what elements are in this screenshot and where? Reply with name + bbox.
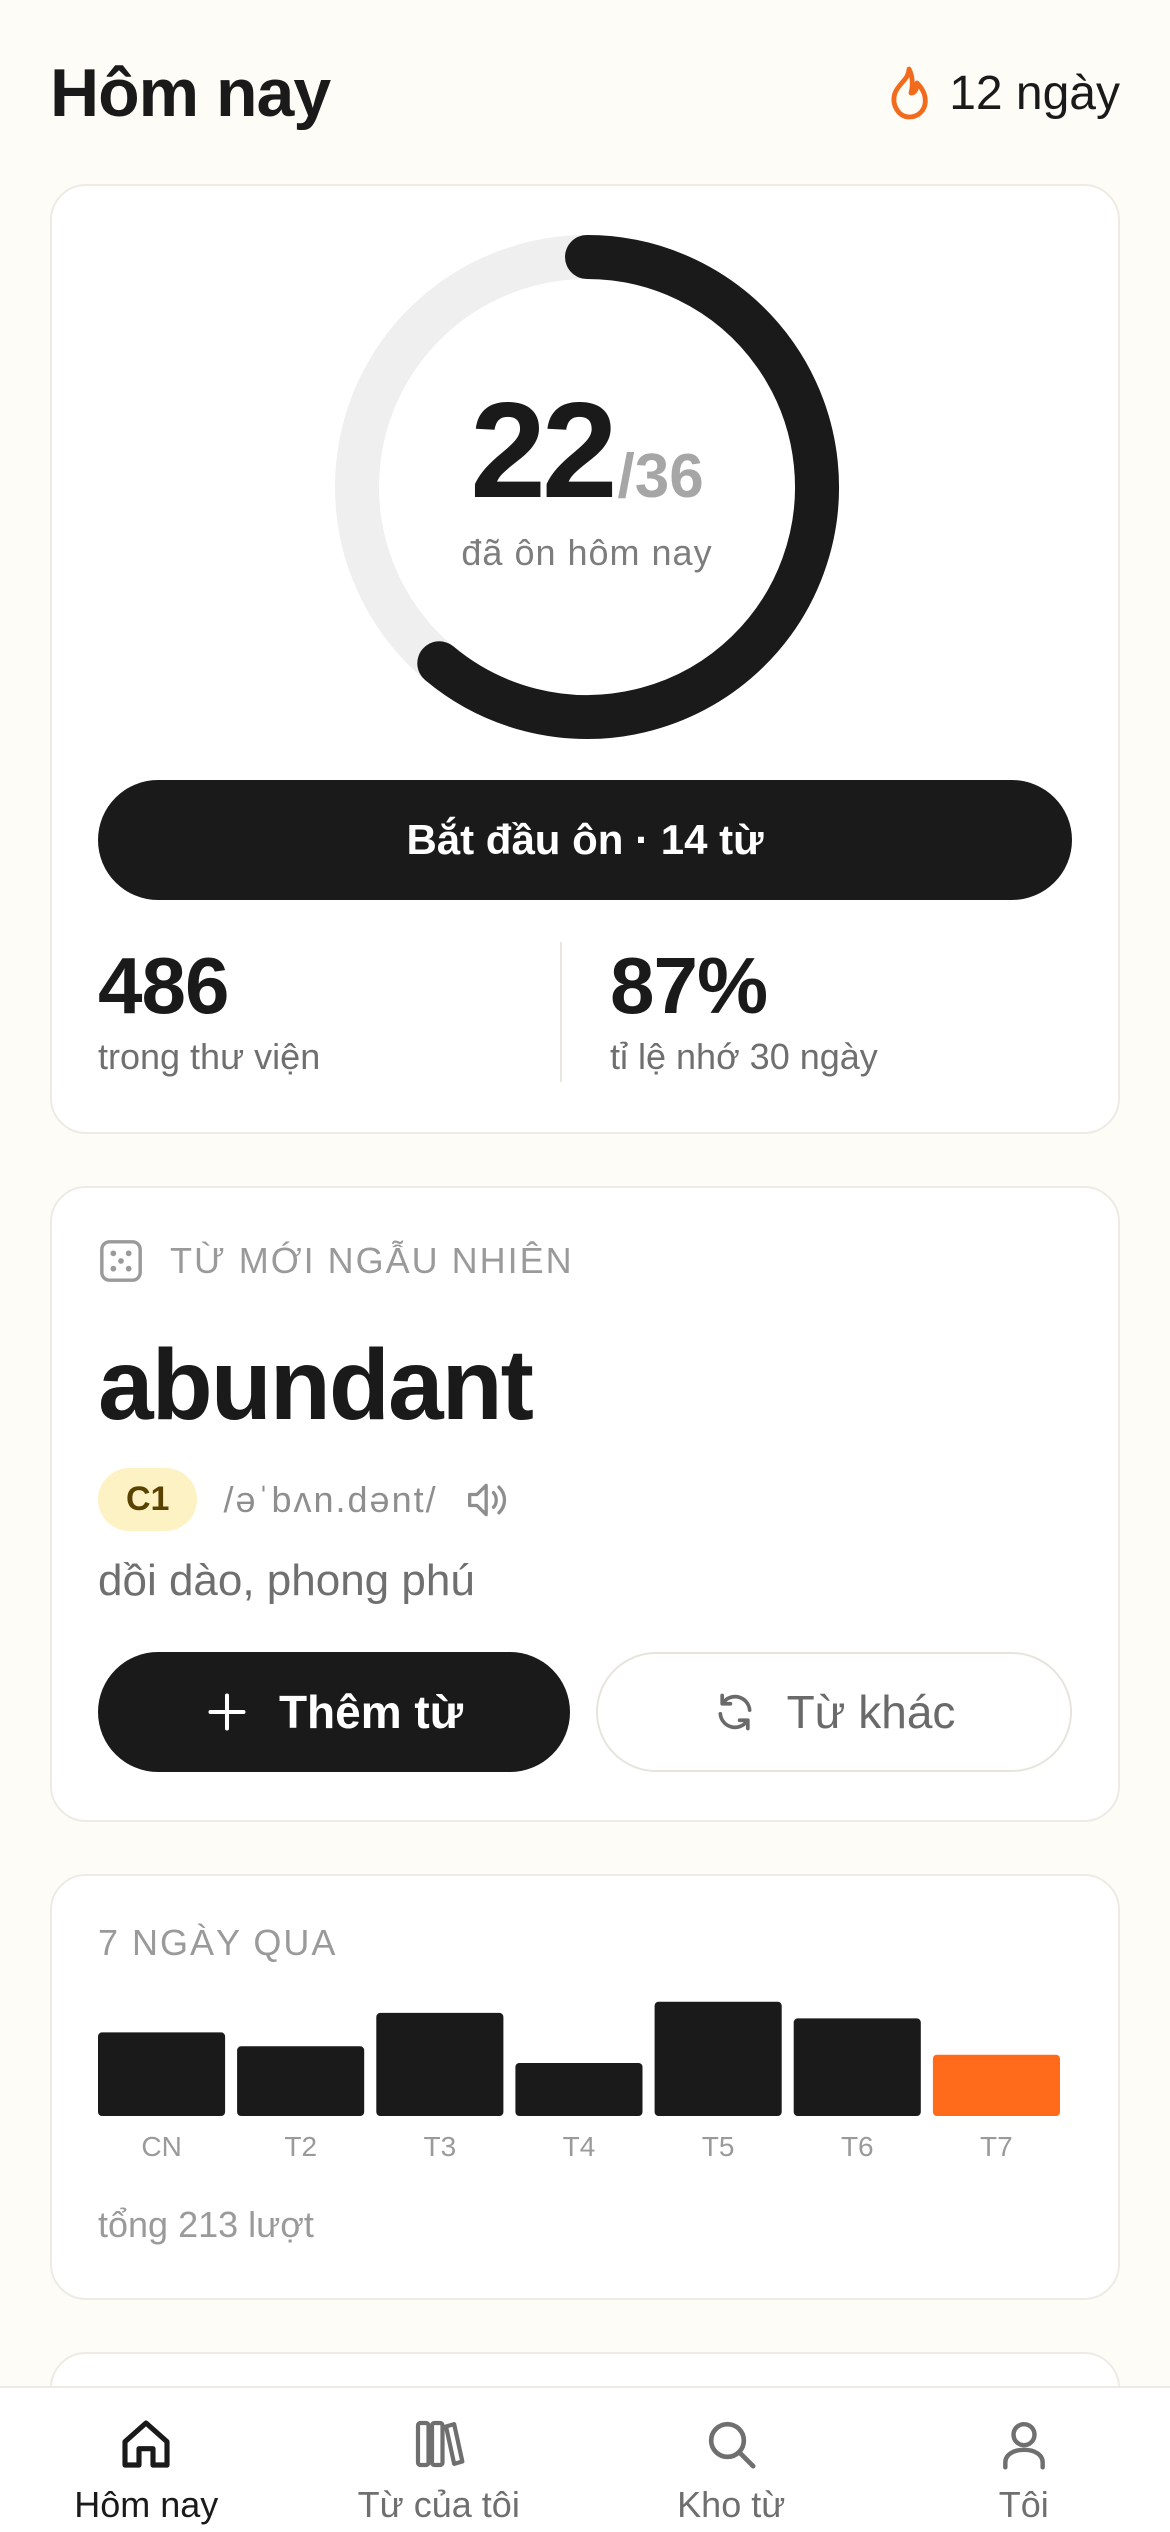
weekly-bar-chart-svg: CN T2 T3 T4 T5 T6 T7: [98, 2001, 1060, 2162]
search-icon: [709, 2421, 756, 2469]
bar-label-t2: T2: [284, 2131, 317, 2162]
bar-t7: [932, 2054, 1060, 2116]
tab-home-label: Hôm nay: [74, 2484, 219, 2525]
page: Hôm nay 12 ngày 22 /36 đã ôn hôm nay Bắt…: [0, 0, 1170, 2532]
bar-t2: [237, 2046, 365, 2116]
random-word-card: TỪ MỚI NGẪU NHIÊN abundant C1 /əˈbʌn.dən…: [50, 1186, 1120, 1822]
pronunciation-text: /əˈbʌn.dənt/: [223, 1478, 438, 1520]
another-word-label: Từ khác: [786, 1686, 956, 1738]
word-actions: Thêm từ Từ khác: [98, 1652, 1072, 1772]
progress-ring-center: 22 /36 đã ôn hôm nay: [332, 382, 842, 574]
random-word-header: TỪ MỚI NGẪU NHIÊN: [98, 1238, 574, 1284]
weekly-total: tổng 213 lượt: [98, 2204, 314, 2245]
tab-my-words-label: Từ của tôi: [357, 2484, 520, 2525]
bar-t3: [376, 2012, 504, 2116]
word-meaning: dồi dào, phong phú: [98, 1556, 475, 1605]
bar-t5: [654, 2001, 782, 2116]
bar-label-t6: T6: [841, 2131, 874, 2162]
library-label: trong thư viện: [98, 1036, 321, 1077]
bar-label-t4: T4: [563, 2131, 596, 2162]
word-text: abundant: [98, 1329, 534, 1441]
add-word-button[interactable]: Thêm từ: [98, 1652, 570, 1772]
tab-profile[interactable]: Tôi: [878, 2388, 1170, 2532]
page-title: Hôm nay: [50, 55, 331, 131]
retention-stat: 87% tỉ lệ nhớ 30 ngày: [560, 942, 1072, 1082]
bar-t4: [515, 2063, 643, 2116]
today-progress-card: 22 /36 đã ôn hôm nay Bắt đầu ôn · 14 từ …: [50, 184, 1120, 1134]
library-stat: 486 trong thư viện: [98, 942, 560, 1082]
refresh-icon: [718, 1693, 752, 1731]
stats-row: 486 trong thư viện 87% tỉ lệ nhớ 30 ngày: [98, 942, 1072, 1082]
add-word-label: Thêm từ: [278, 1686, 464, 1738]
speaker-icon[interactable]: [464, 1478, 512, 1522]
random-word-label: TỪ MỚI NGẪU NHIÊN: [170, 1240, 574, 1281]
retention-label: tỉ lệ nhớ 30 ngày: [610, 1036, 878, 1077]
streak-indicator[interactable]: 12 ngày: [885, 65, 1120, 121]
library-count: 486: [98, 941, 229, 1030]
tab-home[interactable]: Hôm nay: [0, 2388, 293, 2532]
bar-label-cn: CN: [141, 2131, 181, 2162]
home-icon: [122, 2420, 170, 2468]
tab-profile-label: Tôi: [998, 2484, 1049, 2525]
bar-label-t5: T5: [702, 2131, 735, 2162]
word-meta: C1 /əˈbʌn.dənt/: [98, 1468, 512, 1531]
retention-value: 87%: [610, 941, 768, 1030]
streak-text: 12 ngày: [949, 66, 1120, 120]
tab-word-bank-label: Kho từ: [677, 2484, 786, 2525]
weekly-bar-chart: CN T2 T3 T4 T5 T6 T7: [98, 1996, 1072, 2196]
tab-my-words[interactable]: Từ của tôi: [293, 2388, 586, 2532]
level-badge: C1: [98, 1468, 198, 1531]
progress-ring: 22 /36 đã ôn hôm nay: [332, 232, 842, 742]
bar-t6: [793, 2018, 921, 2116]
bar-cn: [98, 2032, 226, 2116]
start-review-button[interactable]: Bắt đầu ôn · 14 từ: [98, 780, 1072, 900]
weekly-label: 7 NGÀY QUA: [98, 1922, 338, 1963]
library-icon: [415, 2420, 465, 2468]
another-word-button[interactable]: Từ khác: [596, 1652, 1072, 1772]
dice-icon: [100, 1240, 142, 1282]
flame-icon: [891, 66, 928, 120]
weekly-activity-card: 7 NGÀY QUA CN T2 T3 T4 T5 T6 T7 tổng 213 lượt: [50, 1874, 1120, 2300]
tab-word-bank[interactable]: Kho từ: [585, 2388, 878, 2532]
reviewed-count: 22: [470, 374, 617, 526]
header: Hôm nay 12 ngày: [50, 48, 1120, 138]
tab-bar: Hôm nay Từ của tôi Kho từ Tôi: [0, 2386, 1170, 2532]
bar-label-t7: T7: [980, 2131, 1013, 2162]
progress-caption: đã ôn hôm nay: [461, 532, 713, 573]
user-icon: [1002, 2421, 1045, 2470]
plus-icon: [208, 1693, 246, 1731]
bar-label-t3: T3: [424, 2131, 457, 2162]
review-total: /36: [617, 442, 704, 511]
